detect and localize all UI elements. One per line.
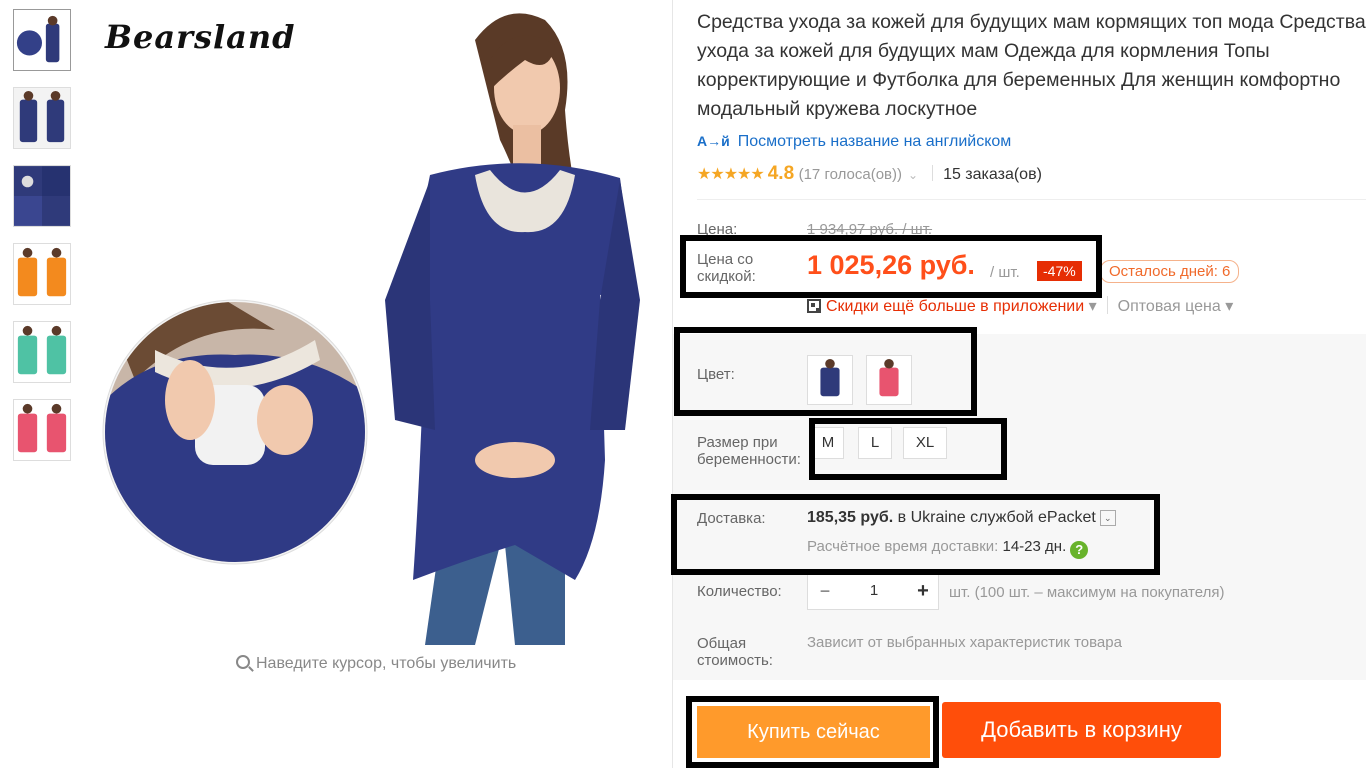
translate-link-text[interactable]: Посмотреть название на английском bbox=[738, 133, 1012, 150]
total-value: Зависит от выбранных характеристик товар… bbox=[807, 634, 1122, 651]
thumb-photo-5 bbox=[14, 322, 70, 382]
votes-count[interactable]: (17 голоса(ов)) bbox=[799, 166, 902, 183]
size-option-m[interactable]: M bbox=[812, 427, 844, 459]
color-label: Цвет: bbox=[697, 366, 735, 383]
eta-label: Расчётное время доставки: bbox=[807, 538, 999, 555]
quantity-label: Количество: bbox=[697, 583, 782, 600]
thumbnail-1[interactable] bbox=[13, 9, 71, 71]
swatch-pink-photo bbox=[867, 356, 911, 404]
rating-value: 4.8 bbox=[767, 163, 795, 184]
discount-price-label: Цена со скидкой: bbox=[697, 251, 756, 285]
size-label: Размер при беременности: bbox=[697, 434, 801, 468]
quantity-minus-button[interactable]: − bbox=[808, 573, 842, 609]
thumbnail-6[interactable] bbox=[13, 399, 71, 461]
orders-count: 15 заказа(ов) bbox=[943, 166, 1042, 183]
shipping-destination: в Ukraine службой ePacket bbox=[897, 509, 1096, 526]
per-unit: / шт. bbox=[990, 264, 1020, 281]
quantity-plus-button[interactable]: + bbox=[906, 573, 940, 609]
discount-badge: -47% bbox=[1037, 261, 1082, 281]
total-label: Общая стоимость: bbox=[697, 635, 773, 669]
divider bbox=[932, 165, 934, 181]
caret-down-icon[interactable]: ▾ bbox=[1225, 298, 1233, 315]
thumbnail-2[interactable] bbox=[13, 87, 71, 149]
rating-stars-icon: ★★★★★ bbox=[697, 166, 765, 183]
shipping-label: Доставка: bbox=[697, 510, 766, 527]
qr-code-icon bbox=[807, 299, 821, 313]
translate-link[interactable]: A→й Посмотреть название на английском bbox=[697, 133, 1011, 151]
quantity-stepper: − 1 + bbox=[807, 572, 939, 610]
old-price: 1 934,97 руб. / шт. bbox=[807, 221, 933, 238]
help-icon[interactable]: ? bbox=[1070, 541, 1089, 559]
thumbnail-4[interactable] bbox=[13, 243, 71, 305]
chevron-down-icon[interactable]: ⌄ bbox=[908, 168, 918, 182]
shipping-eta: Расчётное время доставки: 14-23 дн.? bbox=[807, 538, 1089, 559]
shipping-info[interactable]: 185,35 руб. в Ukraine службой ePacket ⌄ bbox=[807, 509, 1116, 527]
main-product-image[interactable] bbox=[95, 0, 655, 645]
color-swatch-pink[interactable] bbox=[866, 355, 912, 405]
magnifier-icon bbox=[236, 655, 250, 669]
thumb-photo-4 bbox=[14, 244, 70, 304]
app-discount-row: Скидки ещё больше в приложении ▾ Оптовая … bbox=[807, 296, 1233, 316]
size-option-l[interactable]: L bbox=[858, 427, 892, 459]
thumbnail-3[interactable] bbox=[13, 165, 71, 227]
buy-now-button[interactable]: Купить сейчас bbox=[697, 706, 930, 758]
thumbnail-5[interactable] bbox=[13, 321, 71, 383]
rating-row: ★★★★★ 4.8 (17 голоса(ов)) ⌄ 15 заказа(ов) bbox=[697, 163, 1042, 185]
translate-icon: A→й bbox=[697, 133, 730, 149]
divider bbox=[1106, 296, 1108, 314]
price-label: Цена: bbox=[697, 221, 738, 238]
thumb-photo-2 bbox=[14, 88, 70, 148]
dropdown-icon[interactable]: ⌄ bbox=[1099, 510, 1116, 526]
shipping-price: 185,35 руб. bbox=[807, 509, 894, 526]
product-title: Средства ухода за кожей для будущих мам … bbox=[697, 11, 1366, 120]
discount-price: 1 025,26 руб. bbox=[807, 250, 975, 280]
separator bbox=[697, 199, 1366, 200]
caret-down-icon[interactable]: ▾ bbox=[1089, 298, 1097, 315]
swatch-navy-photo bbox=[808, 356, 852, 404]
days-left-badge: Осталось дней: 6 bbox=[1100, 260, 1240, 283]
zoom-hint-text: Наведите курсор, чтобы увеличить bbox=[256, 655, 517, 672]
thumb-photo-6 bbox=[14, 400, 70, 460]
options-panel bbox=[673, 334, 1366, 680]
wholesale-price-link[interactable]: Оптовая цена bbox=[1118, 298, 1221, 315]
add-to-cart-button[interactable]: Добавить в корзину bbox=[942, 702, 1221, 758]
app-discount-link[interactable]: Скидки ещё больше в приложении bbox=[826, 298, 1084, 315]
thumb-photo-1 bbox=[14, 10, 70, 70]
zoom-hint: Наведите курсор, чтобы увеличить bbox=[236, 655, 516, 673]
eta-days: 14-23 дн. bbox=[1002, 538, 1067, 555]
product-photo bbox=[95, 0, 655, 645]
brand-logo: Bearsland bbox=[105, 18, 296, 56]
quantity-input[interactable]: 1 bbox=[842, 573, 906, 609]
color-swatch-navy[interactable] bbox=[807, 355, 853, 405]
thumb-photo-3 bbox=[14, 166, 70, 226]
size-option-xl[interactable]: XL bbox=[903, 427, 947, 459]
quantity-note: шт. (100 шт. – максимум на покупателя) bbox=[949, 584, 1225, 601]
